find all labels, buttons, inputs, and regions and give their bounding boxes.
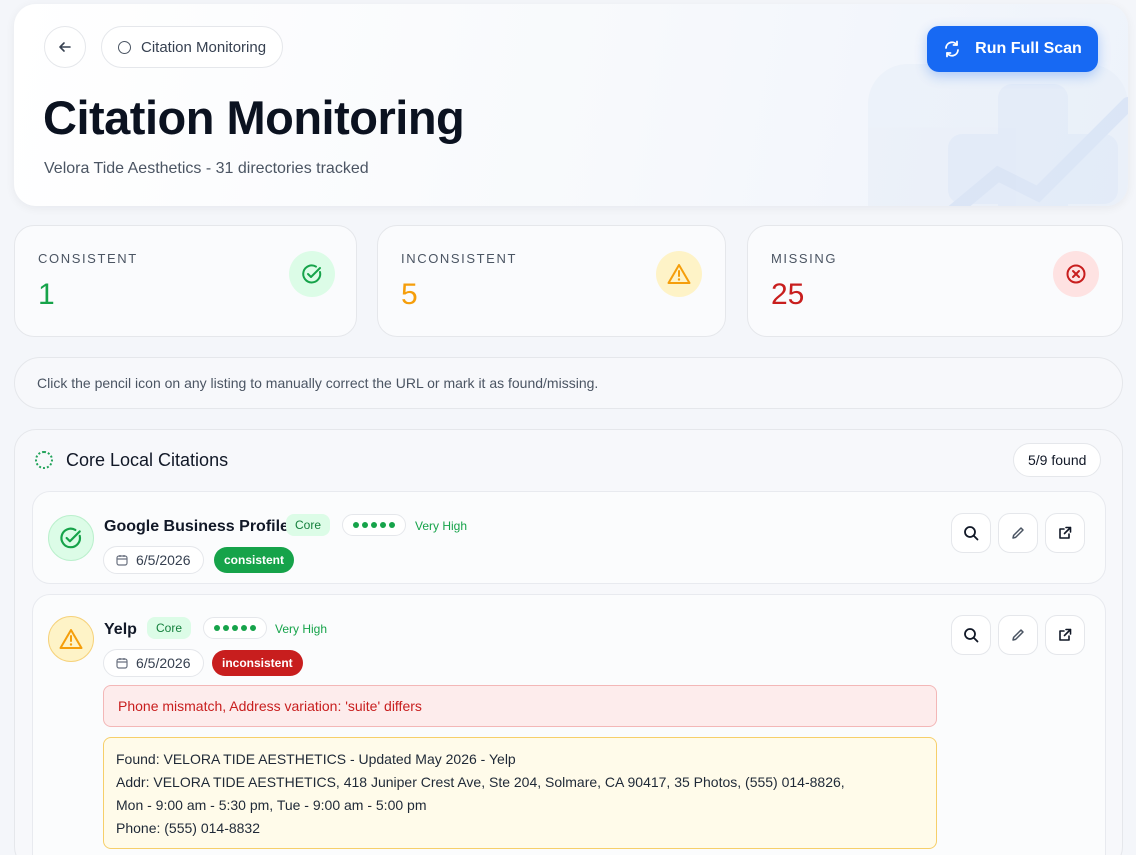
stat-value: 5 [401, 278, 418, 311]
progress-ring-icon [35, 451, 53, 469]
external-link-icon [1059, 526, 1072, 539]
listing-yelp: Yelp Core Very High 6/5/2026 inconsisten… [32, 594, 1106, 855]
stat-label: MISSING [771, 251, 838, 266]
stat-card-inconsistent: INCONSISTENT 5 [377, 225, 726, 337]
search-icon [964, 526, 979, 541]
status-badge: consistent [214, 547, 295, 573]
date-label: 6/5/2026 [136, 655, 191, 671]
edit-button[interactable] [998, 615, 1038, 655]
page-subtitle: Velora Tide Aesthetics - 31 directories … [44, 160, 369, 177]
search-icon [964, 628, 979, 643]
section-title: Core Local Citations [66, 450, 229, 470]
listing-name: Yelp [104, 621, 137, 638]
external-link-icon [1059, 628, 1072, 641]
hint-banner: Click the pencil icon on any listing to … [14, 357, 1123, 409]
found-line: Found: VELORA TIDE AESTHETICS - Updated … [116, 751, 516, 767]
edit-button[interactable] [998, 513, 1038, 553]
breadcrumb-label: Citation Monitoring [141, 38, 267, 56]
date-label: 6/5/2026 [136, 552, 191, 568]
search-button[interactable] [951, 615, 991, 655]
core-tag: Core [147, 617, 192, 639]
medical-cross-decoration-icon [868, 64, 1128, 206]
page-title: Citation Monitoring [43, 91, 465, 144]
stat-card-missing: MISSING 25 [747, 225, 1123, 337]
calendar-icon [116, 658, 128, 669]
authority-label: Very High [275, 622, 328, 636]
core-tag: Core [286, 514, 331, 536]
back-button[interactable] [44, 26, 86, 68]
refresh-icon [945, 40, 960, 58]
issue-message: Phone mismatch, Address variation: 'suit… [103, 685, 937, 727]
authority-dots [203, 617, 267, 639]
stat-card-consistent: CONSISTENT 1 [14, 225, 357, 337]
run-full-scan-button[interactable]: Run Full Scan [927, 26, 1098, 72]
stat-label: INCONSISTENT [401, 251, 517, 266]
open-external-button[interactable] [1045, 615, 1085, 655]
warning-triangle-icon [48, 616, 94, 662]
date-pill: 6/5/2026 [103, 546, 204, 574]
search-button[interactable] [951, 513, 991, 553]
pencil-icon [1012, 629, 1024, 641]
date-pill: 6/5/2026 [103, 649, 204, 677]
authority-label: Very High [415, 519, 468, 533]
authority-dots [342, 514, 406, 536]
status-badge: inconsistent [212, 650, 303, 676]
listing-google-business-profile: Google Business Profile Core Very High 6… [32, 491, 1106, 584]
found-line: Mon - 9:00 am - 5:30 pm, Tue - 9:00 am -… [116, 797, 427, 813]
header-card: Citation Monitoring Citation Monitoring … [14, 4, 1128, 206]
calendar-icon [116, 555, 128, 566]
arrow-left-icon [59, 42, 71, 52]
found-line: Addr: VELORA TIDE AESTHETICS, 418 Junipe… [116, 774, 845, 790]
stat-value: 25 [771, 278, 805, 311]
open-external-button[interactable] [1045, 513, 1085, 553]
found-line: Phone: (555) 014-8832 [116, 820, 260, 836]
found-count-badge: 5/9 found [1013, 443, 1102, 477]
found-details: Found: VELORA TIDE AESTHETICS - Updated … [103, 737, 937, 849]
pencil-icon [1012, 527, 1024, 539]
circle-icon [118, 40, 131, 54]
check-circle-icon [289, 251, 335, 297]
check-circle-icon [48, 515, 94, 561]
listing-name: Google Business Profile [104, 518, 289, 535]
stat-label: CONSISTENT [38, 251, 138, 266]
breadcrumb[interactable]: Citation Monitoring [101, 26, 284, 68]
run-full-scan-label: Run Full Scan [975, 40, 1082, 57]
x-circle-icon [1053, 251, 1099, 297]
warning-triangle-icon [656, 251, 702, 297]
stat-value: 1 [38, 278, 55, 311]
core-local-citations-section: Core Local Citations 5/9 found Google Bu… [14, 429, 1123, 855]
